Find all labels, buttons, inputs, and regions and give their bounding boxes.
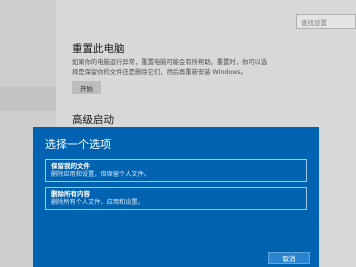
cancel-button[interactable]: 取消	[268, 252, 310, 264]
choose-option-dialog: 选择一个选项 保留我的文件 删除应用和设置，但保留个人文件。 删除所有内容 删除…	[33, 127, 319, 267]
keep-my-files-option[interactable]: 保留我的文件 删除应用和设置，但保留个人文件。	[45, 159, 307, 182]
option-title: 删除所有内容	[51, 190, 90, 198]
option-title: 保留我的文件	[51, 162, 90, 170]
remove-everything-option[interactable]: 删除所有内容 删除所有个人文件、应用和设置。	[45, 187, 307, 210]
option-description: 删除所有个人文件、应用和设置。	[51, 199, 144, 206]
dialog-title: 选择一个选项	[45, 138, 111, 151]
option-description: 删除应用和设置，但保留个人文件。	[51, 171, 150, 178]
